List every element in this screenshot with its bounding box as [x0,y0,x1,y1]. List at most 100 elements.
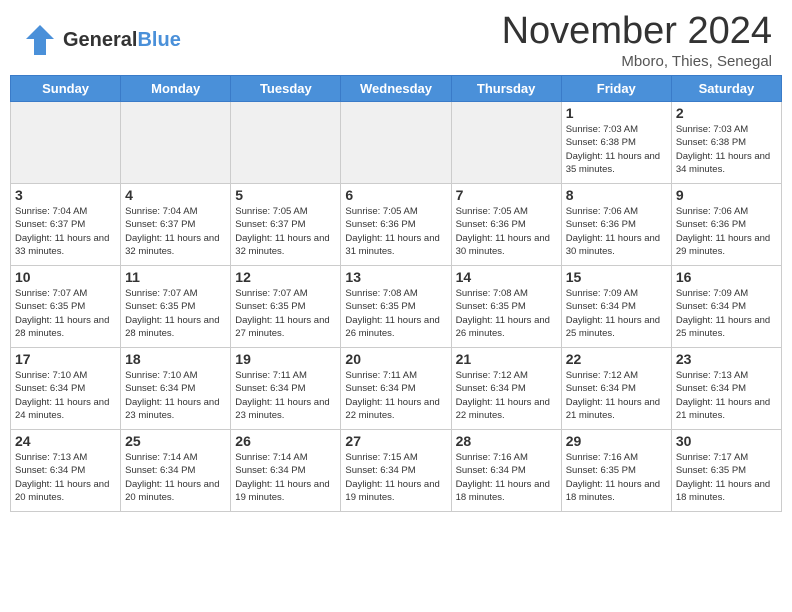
calendar-cell: 14Sunrise: 7:08 AM Sunset: 6:35 PM Dayli… [451,266,561,348]
day-number: 21 [456,351,557,367]
cell-info: Sunrise: 7:13 AM Sunset: 6:34 PM Dayligh… [15,451,116,504]
calendar-cell: 11Sunrise: 7:07 AM Sunset: 6:35 PM Dayli… [121,266,231,348]
day-number: 15 [566,269,667,285]
header-sunday: Sunday [11,76,121,102]
day-number: 19 [235,351,336,367]
day-number: 27 [345,433,446,449]
header-friday: Friday [561,76,671,102]
cell-info: Sunrise: 7:06 AM Sunset: 6:36 PM Dayligh… [566,205,667,258]
logo-icon [20,21,58,59]
calendar-row: 10 Sunrise: 7:07 AM Sunset: 6:35 PM Dayli… [11,266,782,348]
calendar-cell: 25 Sunrise: 7:14 AM Sunset: 6:34 PM Dayli… [121,430,231,512]
day-number: 20 [345,351,446,367]
day-number: 5 [235,187,336,203]
calendar-cell [231,102,341,184]
calendar-cell: 5 Sunrise: 7:05 AM Sunset: 6:37 PM Daylig… [231,184,341,266]
cell-info: Sunrise: 7:05 AM Sunset: 6:37 PM Dayligh… [235,205,336,258]
day-number: 23 [676,351,777,367]
calendar-cell: 8 Sunrise: 7:06 AM Sunset: 6:36 PM Daylig… [561,184,671,266]
cell-info: Sunrise: 7:08 AM Sunset: 6:35 PM Dayligh… [345,287,446,340]
logo-blue: Blue [137,29,180,51]
cell-info: Sunrise: 7:07 AM Sunset: 6:35 PM Dayligh… [125,287,226,340]
day-number: 24 [15,433,116,449]
day-number: 13 [345,269,446,285]
day-number: 30 [676,433,777,449]
day-number: 7 [456,187,557,203]
day-number: 12 [235,269,336,285]
cell-info: Sunrise: 7:07 AM Sunset: 6:35 PM Dayligh… [15,287,116,340]
day-number: 1 [566,105,667,121]
title-block: November 2024 Mboro, Thies, Senegal [502,10,772,70]
header-tuesday: Tuesday [231,76,341,102]
calendar-cell: 20 Sunrise: 7:11 AM Sunset: 6:34 PM Dayli… [341,348,451,430]
day-number: 28 [456,433,557,449]
cell-info: Sunrise: 7:05 AM Sunset: 6:36 PM Dayligh… [345,205,446,258]
header-wednesday: Wednesday [341,76,451,102]
calendar-cell: 30 Sunrise: 7:17 AM Sunset: 6:35 PM Dayli… [671,430,781,512]
calendar-cell [451,102,561,184]
calendar-cell: 2 Sunrise: 7:03 AM Sunset: 6:38 PM Daylig… [671,102,781,184]
calendar-cell: 3Sunrise: 7:04 AM Sunset: 6:37 PM Daylig… [11,184,121,266]
cell-info: Sunrise: 7:12 AM Sunset: 6:34 PM Dayligh… [456,369,557,422]
cell-info: Sunrise: 7:06 AM Sunset: 6:36 PM Dayligh… [676,205,777,258]
day-number: 22 [566,351,667,367]
day-number: 6 [345,187,446,203]
cell-info: Sunrise: 7:08 AM Sunset: 6:35 PM Dayligh… [456,287,557,340]
logo-text: General Blue [63,29,181,51]
header: General Blue November 2024 Mboro, Thies,… [0,0,792,75]
day-number: 26 [235,433,336,449]
calendar-cell: 18 Sunrise: 7:10 AM Sunset: 6:34 PM Dayli… [121,348,231,430]
calendar-cell: 6 Sunrise: 7:05 AM Sunset: 6:36 PM Daylig… [341,184,451,266]
cell-info: Sunrise: 7:09 AM Sunset: 6:34 PM Dayligh… [566,287,667,340]
calendar-row: 3 Sunrise: 7:04 AM Sunset: 6:37 PM Daylig… [11,184,782,266]
calendar-cell: 10 Sunrise: 7:07 AM Sunset: 6:35 PM Dayli… [11,266,121,348]
cell-info: Sunrise: 7:11 AM Sunset: 6:34 PM Dayligh… [235,369,336,422]
calendar-cell: 7 Sunrise: 7:05 AM Sunset: 6:36 PM Daylig… [451,184,561,266]
calendar-table: Sunday Monday Tuesday Wednesday Thursday… [10,75,782,512]
day-number: 29 [566,433,667,449]
cell-info: Sunrise: 7:05 AM Sunset: 6:36 PM Dayligh… [456,205,557,258]
cell-info: Sunrise: 7:14 AM Sunset: 6:34 PM Dayligh… [125,451,226,504]
day-number: 25 [125,433,226,449]
calendar-cell: 21 Sunrise: 7:12 AM Sunset: 6:34 PM Dayli… [451,348,561,430]
cell-info: Sunrise: 7:07 AM Sunset: 6:35 PM Dayligh… [235,287,336,340]
header-monday: Monday [121,76,231,102]
calendar-row: 17Sunrise: 7:10 AM Sunset: 6:34 PM Dayli… [11,348,782,430]
cell-info: Sunrise: 7:11 AM Sunset: 6:34 PM Dayligh… [345,369,446,422]
cell-info: Sunrise: 7:13 AM Sunset: 6:34 PM Dayligh… [676,369,777,422]
calendar-cell: 23 Sunrise: 7:13 AM Sunset: 6:34 PM Dayli… [671,348,781,430]
cell-info: Sunrise: 7:04 AM Sunset: 6:37 PM Dayligh… [125,205,226,258]
day-number: 3 [15,187,116,203]
cell-info: Sunrise: 7:16 AM Sunset: 6:34 PM Dayligh… [456,451,557,504]
day-number: 10 [15,269,116,285]
cell-info: Sunrise: 7:03 AM Sunset: 6:38 PM Dayligh… [566,123,667,176]
logo: General Blue [20,21,181,59]
calendar-cell: 28 Sunrise: 7:16 AM Sunset: 6:34 PM Dayli… [451,430,561,512]
location: Mboro, Thies, Senegal [502,53,772,70]
calendar-row: 1 Sunrise: 7:03 AM Sunset: 6:38 PM Daylig… [11,102,782,184]
calendar-cell: 1 Sunrise: 7:03 AM Sunset: 6:38 PM Daylig… [561,102,671,184]
calendar-cell: 15 Sunrise: 7:09 AM Sunset: 6:34 PM Dayli… [561,266,671,348]
day-number: 8 [566,187,667,203]
calendar-cell [11,102,121,184]
calendar-cell: 12 Sunrise: 7:07 AM Sunset: 6:35 PM Dayli… [231,266,341,348]
cell-info: Sunrise: 7:10 AM Sunset: 6:34 PM Dayligh… [125,369,226,422]
calendar-cell: 9 Sunrise: 7:06 AM Sunset: 6:36 PM Daylig… [671,184,781,266]
cell-info: Sunrise: 7:14 AM Sunset: 6:34 PM Dayligh… [235,451,336,504]
day-number: 2 [676,105,777,121]
calendar-cell [121,102,231,184]
calendar-header-row: Sunday Monday Tuesday Wednesday Thursday… [11,76,782,102]
day-number: 9 [676,187,777,203]
logo-general: General [63,29,137,51]
calendar-cell: 17Sunrise: 7:10 AM Sunset: 6:34 PM Dayli… [11,348,121,430]
header-thursday: Thursday [451,76,561,102]
month-title: November 2024 [502,10,772,53]
calendar-cell: 19 Sunrise: 7:11 AM Sunset: 6:34 PM Dayli… [231,348,341,430]
calendar-cell: 26 Sunrise: 7:14 AM Sunset: 6:34 PM Dayli… [231,430,341,512]
day-number: 18 [125,351,226,367]
cell-info: Sunrise: 7:03 AM Sunset: 6:38 PM Dayligh… [676,123,777,176]
calendar-cell: 29Sunrise: 7:16 AM Sunset: 6:35 PM Dayli… [561,430,671,512]
cell-info: Sunrise: 7:17 AM Sunset: 6:35 PM Dayligh… [676,451,777,504]
calendar-row: 24 Sunrise: 7:13 AM Sunset: 6:34 PM Dayli… [11,430,782,512]
header-saturday: Saturday [671,76,781,102]
